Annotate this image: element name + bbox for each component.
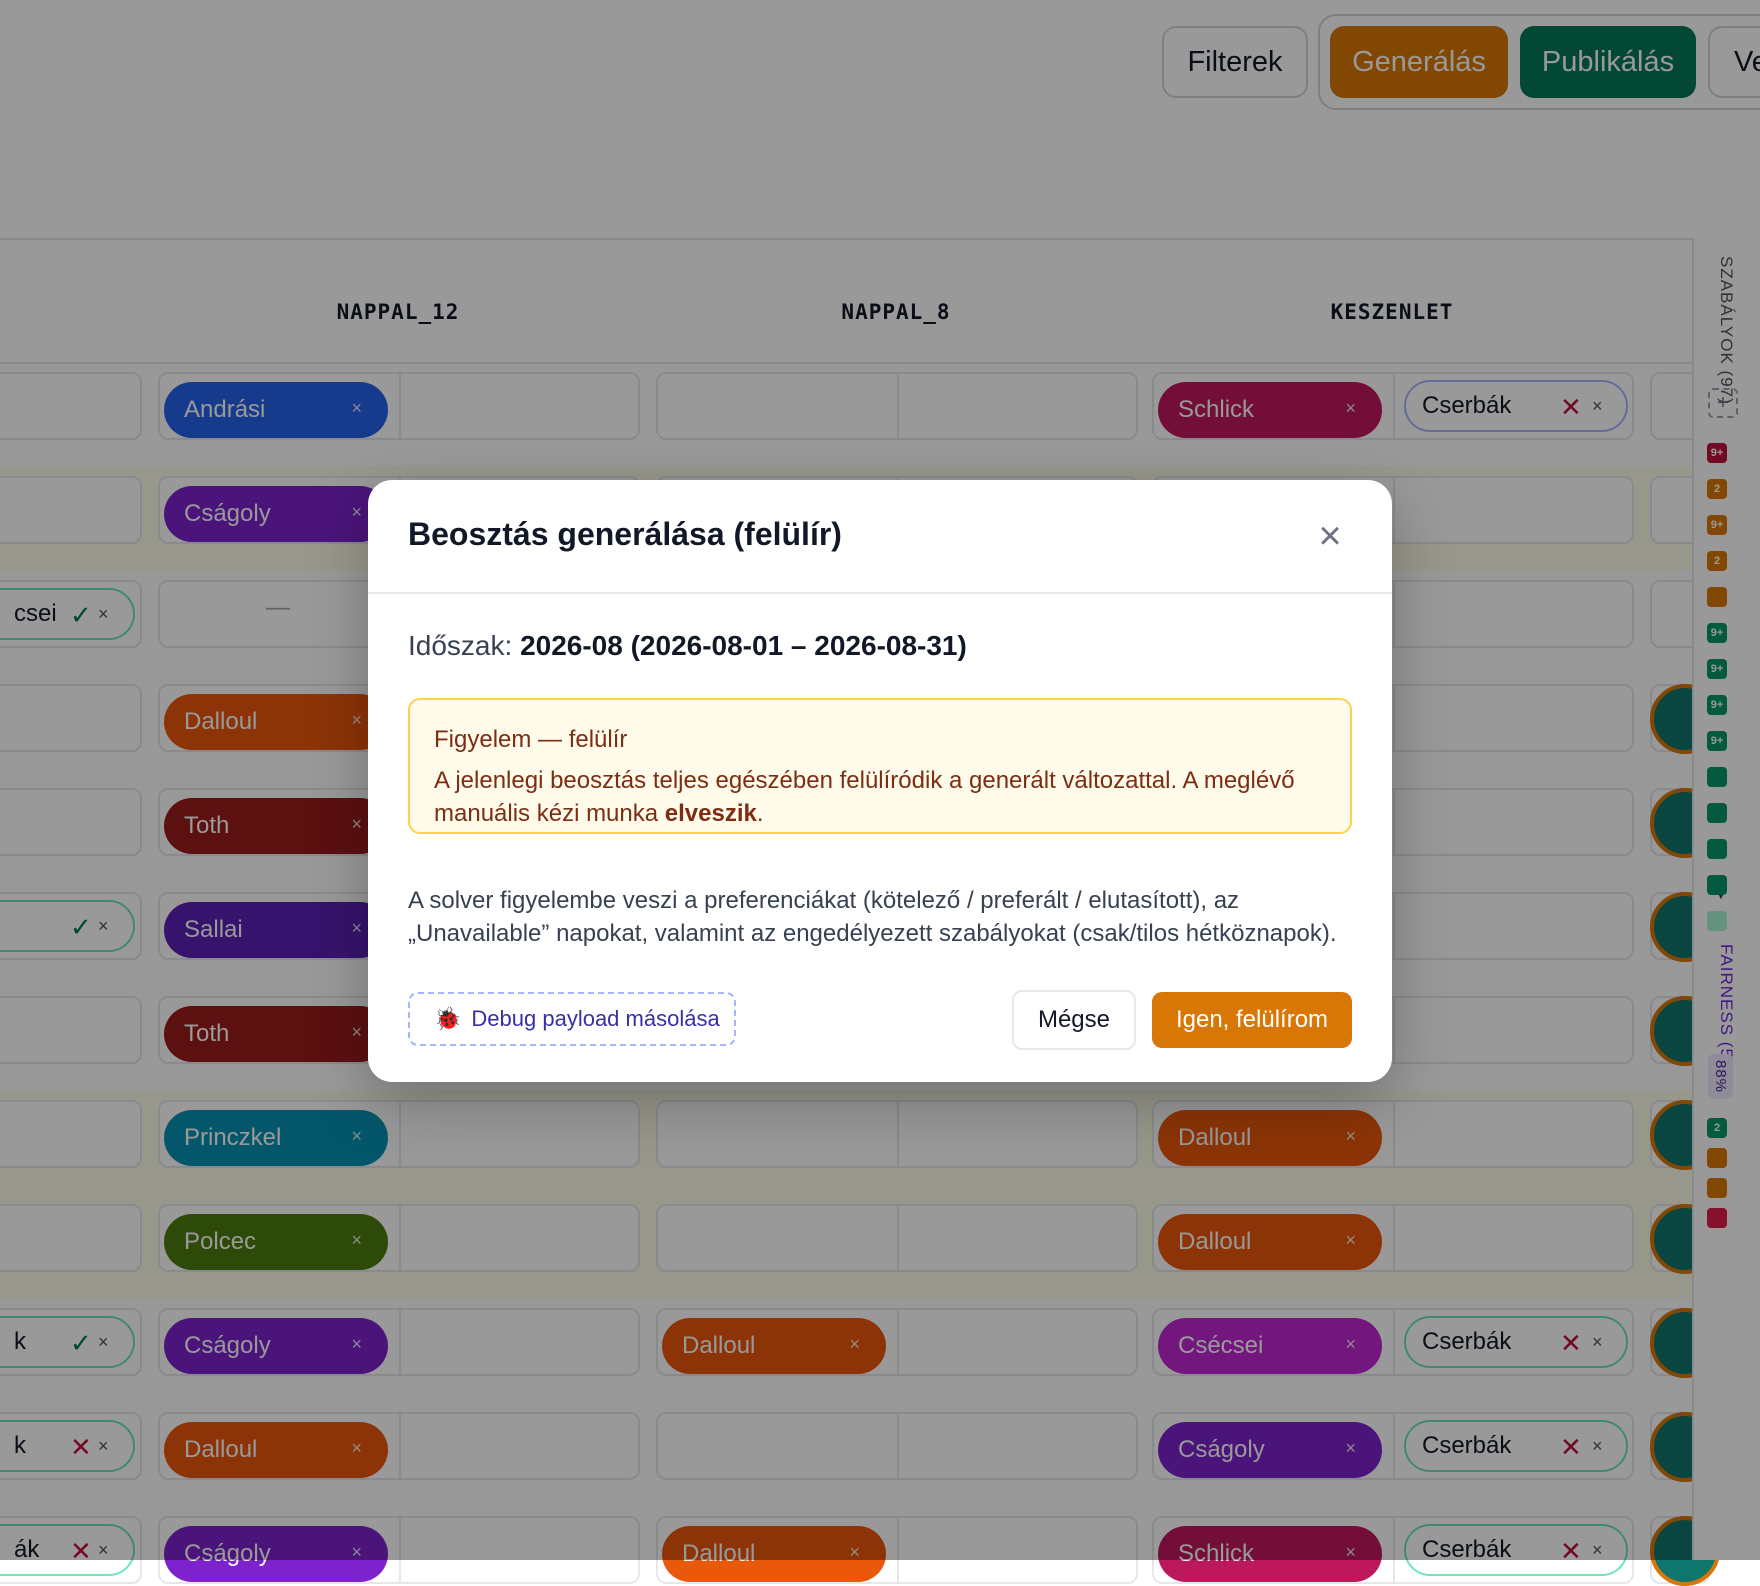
copy-debug-payload-button[interactable]: 🐞 Debug payload másolása bbox=[408, 992, 736, 1046]
bug-icon: 🐞 bbox=[434, 1006, 462, 1031]
cancel-button[interactable]: Mégse bbox=[1012, 990, 1136, 1050]
warning-title: Figyelem — felülír bbox=[434, 726, 628, 753]
solver-description: A solver figyelembe veszi a preferenciák… bbox=[408, 887, 1337, 947]
warning-body: A jelenlegi beosztás teljes egészében fe… bbox=[434, 767, 1295, 827]
dialog-divider bbox=[368, 592, 1392, 594]
overwrite-warning-box: Figyelem — felülír A jelenlegi beosztás … bbox=[408, 698, 1352, 834]
period-label: Időszak: bbox=[408, 630, 513, 661]
confirm-overwrite-button[interactable]: Igen, felülírom bbox=[1152, 992, 1352, 1048]
period-line: Időszak: 2026-08 (2026-08-01 – 2026-08-3… bbox=[408, 630, 967, 662]
close-icon[interactable]: × bbox=[1310, 516, 1350, 556]
debug-label: Debug payload másolása bbox=[471, 1006, 720, 1031]
dialog-title: Beosztás generálása (felülír) bbox=[408, 516, 842, 552]
warning-text: A jelenlegi beosztás teljes egészében fe… bbox=[434, 764, 1326, 830]
warning-end: . bbox=[756, 800, 764, 827]
warning-emphasis: elveszik bbox=[664, 800, 757, 827]
generate-confirm-dialog: Beosztás generálása (felülír) × Időszak:… bbox=[368, 480, 1392, 1082]
period-value: 2026-08 (2026-08-01 – 2026-08-31) bbox=[520, 630, 967, 661]
